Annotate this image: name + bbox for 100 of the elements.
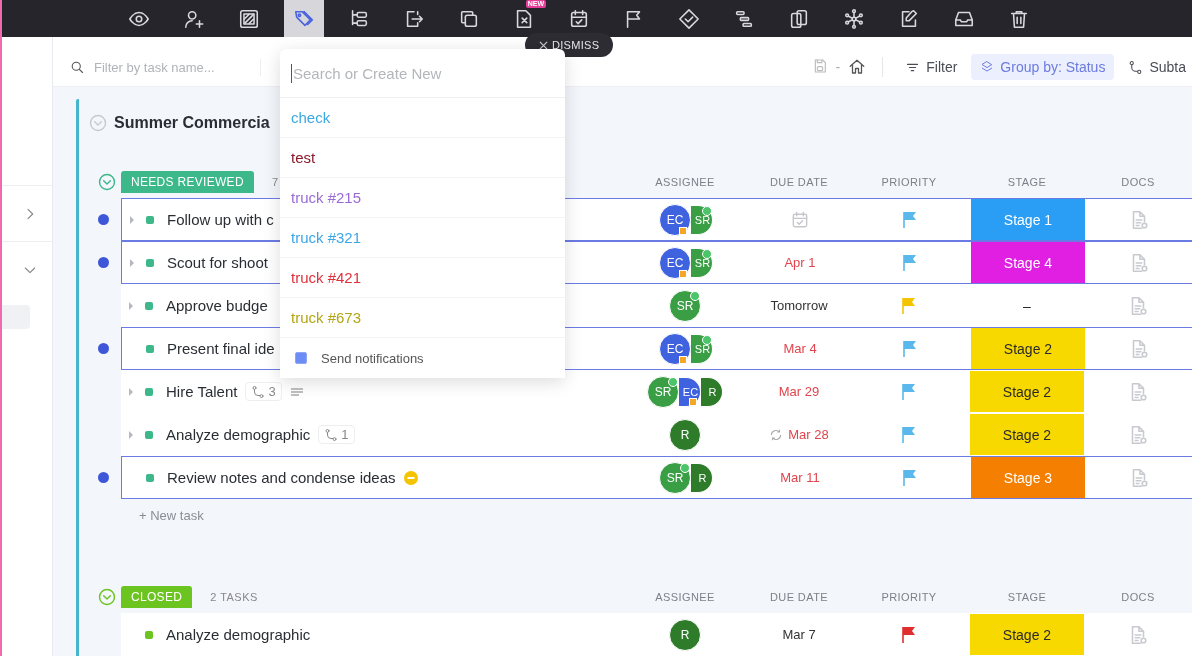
task-name[interactable]: Follow up with c [167,211,274,228]
avatar[interactable]: SR [691,204,713,235]
list-title: Summer Commercia [114,114,270,132]
column-header[interactable]: DUE DATE [750,176,848,188]
status-square[interactable] [146,344,154,353]
due-date[interactable]: Mar 4 [783,341,817,356]
stage-cell[interactable]: – [970,285,1084,326]
tag-option[interactable]: truck #321 [280,218,565,258]
due-date[interactable]: Mar 29 [778,384,820,399]
calendar-icon [790,209,810,230]
avatar[interactable]: SR [691,333,713,364]
avatar[interactable]: EC [659,332,691,365]
status-square[interactable] [146,215,154,224]
search-field[interactable]: Filter by task name... [70,58,261,76]
subtask-icon [1128,59,1144,75]
column-header[interactable]: ASSIGNEE [620,176,750,188]
task-row[interactable]: Hire Talent 3 SR EC R Mar 29 Stage 2 [121,370,1192,413]
stage-cell[interactable]: Stage 2 [970,414,1084,455]
task-row[interactable]: Analyze demographic R Mar 7 Stage 2 [121,613,1192,656]
due-date[interactable]: Mar 11 [780,470,820,485]
column-header[interactable]: ASSIGNEE [620,591,750,603]
group-by-button[interactable]: Group by: Status [971,54,1115,80]
due-date[interactable]: Mar 7 [782,627,816,642]
caret-right-icon[interactable] [127,429,135,440]
column-header[interactable]: STAGE [970,591,1084,603]
caret-right-icon[interactable] [128,214,136,225]
selection-dot[interactable] [97,257,109,268]
flag-icon[interactable] [903,468,917,487]
subtask-count[interactable]: 1 [318,425,355,444]
tag-option[interactable]: check [280,98,565,138]
flag-icon[interactable] [902,425,916,444]
stage-cell[interactable]: Stage 2 [970,614,1084,655]
caret-right-icon[interactable] [128,257,136,268]
status-square[interactable] [145,387,153,396]
column-header[interactable]: DUE DATE [750,591,848,603]
task-name[interactable]: Approve budge [166,297,268,314]
task-row[interactable]: Analyze demographic 1 R Mar 28 Stage 2 [121,413,1192,456]
column-header[interactable]: DOCS [1084,591,1192,603]
task-name[interactable]: Present final ide [167,340,275,357]
separator-text: - [835,59,841,75]
diamond-check-icon [678,7,700,30]
task-name[interactable]: Analyze demographic [166,426,311,443]
new-task-link[interactable]: + New task [139,508,1192,523]
avatar[interactable]: SR [691,247,713,278]
flag-icon[interactable] [902,382,916,401]
column-header[interactable]: STAGE [970,176,1084,188]
avatar[interactable]: SR [669,289,701,322]
selection-dot[interactable] [97,214,109,225]
column-header[interactable]: PRIORITY [848,591,970,603]
task-name[interactable]: Analyze demographic [166,626,311,643]
stage-cell[interactable]: Stage 2 [971,328,1085,369]
status-square[interactable] [146,258,154,267]
caret-right-icon[interactable] [127,386,135,397]
subtask-count[interactable]: 3 [245,382,282,401]
flag-icon[interactable] [903,253,917,272]
flag-icon[interactable] [903,339,917,358]
avatar[interactable]: R [669,618,701,651]
due-date[interactable]: Tomorrow [770,298,828,313]
tag-option[interactable]: test [280,138,565,178]
flag-icon[interactable] [903,210,917,229]
avatar[interactable]: R [691,462,713,493]
status-square[interactable] [145,630,153,639]
checkbox[interactable] [295,352,307,364]
subtasks-button[interactable]: Subta [1122,55,1192,79]
stage-cell[interactable]: Stage 4 [971,242,1085,283]
due-date[interactable]: Mar 28 [769,427,829,442]
stage-cell[interactable]: Stage 2 [970,371,1084,412]
task-row[interactable]: Review notes and condense ideas SR R Mar 11 Stage 3 [121,456,1192,499]
stage-cell[interactable]: Stage 1 [971,199,1085,240]
task-name[interactable]: Scout for shoot [167,254,268,271]
avatar[interactable]: SR [659,461,691,494]
column-header[interactable]: PRIORITY [848,176,970,188]
task-name[interactable]: Hire Talent [166,383,238,400]
task-name[interactable]: Review notes and condense ideas [167,469,396,486]
duplicate-icon [788,7,810,30]
avatar[interactable]: SR [647,375,679,408]
avatar[interactable]: R [669,418,701,451]
avatar[interactable]: EC [679,376,701,407]
close-icon [539,40,548,50]
due-date[interactable]: Apr 1 [784,255,816,270]
status-square[interactable] [146,473,154,482]
avatar[interactable]: EC [659,246,691,279]
avatar[interactable]: EC [659,203,691,236]
avatar[interactable]: R [701,376,723,407]
selection-dot[interactable] [97,472,109,483]
task-count: 7 [271,176,279,188]
stage-cell[interactable]: Stage 3 [971,457,1085,498]
collapse-icon [97,587,117,607]
selection-dot[interactable] [97,343,109,354]
status-square[interactable] [145,430,153,439]
home-icon [848,58,867,76]
caret-right-icon[interactable] [127,300,135,311]
filter-button[interactable]: Filter [899,55,964,79]
notify-checkbox[interactable]: Send notifications [280,338,565,378]
column-header[interactable]: DOCS [1084,176,1192,188]
tag-option[interactable]: truck #215 [280,178,565,218]
layers-icon [980,60,995,74]
tag-option[interactable]: truck #421 [280,258,565,298]
status-square[interactable] [145,301,153,310]
flag-icon[interactable] [902,625,916,644]
